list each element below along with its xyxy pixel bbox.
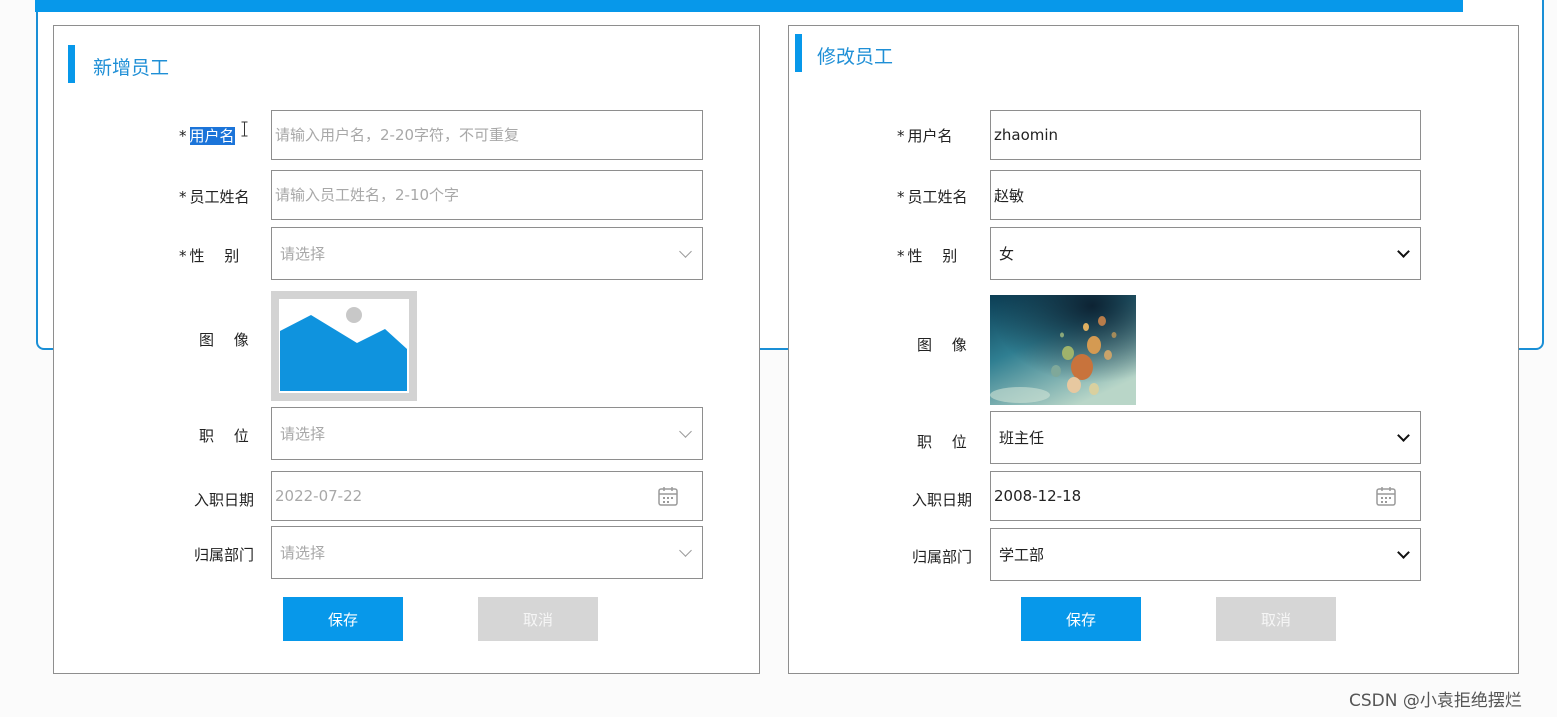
gender-label: * 性 别 xyxy=(179,245,239,266)
gender-select[interactable]: 女 xyxy=(990,227,1421,280)
chevron-down-icon xyxy=(1397,545,1410,559)
username-label: * 用户名 xyxy=(179,125,235,146)
hire-date-label: 入职日期 xyxy=(194,491,255,509)
chevron-down-icon xyxy=(1397,428,1410,442)
hire-date-value: 2008-12-18 xyxy=(994,487,1082,505)
position-select-value: 请选择 xyxy=(280,425,326,443)
gender-select[interactable]: 请选择 xyxy=(271,227,703,280)
employee-name-label-text: 员工姓名 xyxy=(189,188,250,206)
cancel-button[interactable]: 取消 xyxy=(478,597,598,641)
position-label: 职 位 xyxy=(199,427,249,445)
gender-select-value: 女 xyxy=(999,245,1015,263)
hire-date-label: 入职日期 xyxy=(912,491,973,509)
username-input[interactable] xyxy=(271,110,703,160)
username-label: * 用户名 xyxy=(897,125,953,146)
employee-name-label-text: 员工姓名 xyxy=(907,188,968,206)
username-label-text: 用户名 xyxy=(189,127,235,145)
calendar-icon[interactable] xyxy=(657,485,679,507)
department-label: 归属部门 xyxy=(912,548,973,566)
position-select[interactable]: 班主任 xyxy=(990,411,1421,464)
gender-label-text: 性 别 xyxy=(907,247,958,265)
edit-employee-panel: 修改员工 *用户名 *员工姓名 *性 别 女 图 像 xyxy=(788,25,1519,674)
title-accent-bar xyxy=(68,45,75,83)
chevron-down-icon xyxy=(679,244,692,258)
title-accent-bar xyxy=(795,34,802,72)
text-cursor-icon xyxy=(241,121,248,137)
gender-label-text: 性 别 xyxy=(189,247,240,265)
avatar-image[interactable] xyxy=(990,295,1136,405)
employee-name-label: * 员工姓名 xyxy=(897,186,968,207)
username-input[interactable] xyxy=(990,110,1421,160)
required-mark: * xyxy=(179,188,187,206)
required-mark: * xyxy=(179,247,187,265)
stage: 新增员工 *用户名 *员工姓名 *性 别 请选择 图 像 xyxy=(0,0,1557,717)
required-mark: * xyxy=(897,127,905,145)
panel-title: 新增员工 xyxy=(93,57,170,79)
image-placeholder-icon xyxy=(279,299,409,393)
position-label: 职 位 xyxy=(917,433,967,451)
avatar-upload[interactable] xyxy=(271,291,417,401)
department-select-value: 请选择 xyxy=(280,544,326,562)
chevron-down-icon xyxy=(679,424,692,438)
employee-name-label: * 员工姓名 xyxy=(179,186,250,207)
calendar-icon[interactable] xyxy=(1375,485,1397,507)
balloons-photo xyxy=(990,295,1136,405)
save-button[interactable]: 保存 xyxy=(283,597,403,641)
position-select[interactable]: 请选择 xyxy=(271,407,703,460)
required-mark: * xyxy=(897,188,905,206)
gender-select-value: 请选择 xyxy=(280,245,326,263)
add-employee-panel: 新增员工 *用户名 *员工姓名 *性 别 请选择 图 像 xyxy=(53,25,760,674)
hire-date-picker[interactable]: 2022-07-22 xyxy=(271,471,703,521)
cancel-button[interactable]: 取消 xyxy=(1216,597,1336,641)
chevron-down-icon xyxy=(679,543,692,557)
chevron-down-icon xyxy=(1397,244,1410,258)
hire-date-picker[interactable]: 2008-12-18 xyxy=(990,471,1421,521)
hire-date-value: 2022-07-22 xyxy=(275,487,363,505)
employee-name-input[interactable] xyxy=(271,170,703,220)
department-select[interactable]: 请选择 xyxy=(271,526,703,579)
gender-label: * 性 别 xyxy=(897,245,957,266)
avatar-label: 图 像 xyxy=(199,331,249,349)
panel-title: 修改员工 xyxy=(817,46,894,68)
username-label-text: 用户名 xyxy=(907,127,953,145)
department-select-value: 学工部 xyxy=(999,546,1045,564)
required-mark: * xyxy=(179,127,187,145)
watermark: CSDN @小袁拒绝摆烂 xyxy=(1349,691,1522,711)
department-select[interactable]: 学工部 xyxy=(990,528,1421,581)
department-label: 归属部门 xyxy=(194,546,255,564)
position-select-value: 班主任 xyxy=(999,429,1045,447)
avatar-label: 图 像 xyxy=(917,336,967,354)
background-top-bar xyxy=(35,0,1463,12)
employee-name-input[interactable] xyxy=(990,170,1421,220)
required-mark: * xyxy=(897,247,905,265)
save-button[interactable]: 保存 xyxy=(1021,597,1141,641)
